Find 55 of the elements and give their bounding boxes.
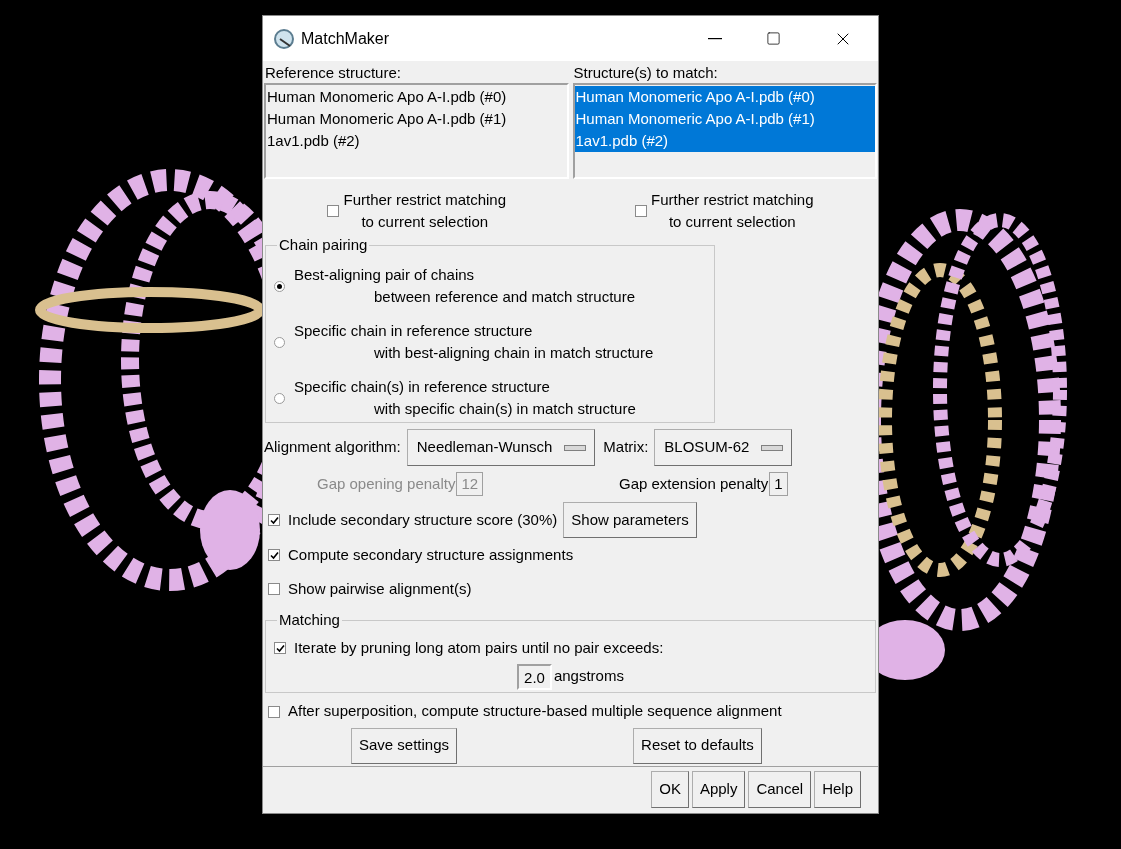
radio-label: between reference and match structure bbox=[373, 287, 635, 307]
window-title: MatchMaker bbox=[301, 28, 390, 49]
checkbox-label: Compute secondary structure assignments bbox=[288, 544, 574, 565]
field-label: Gap extension penalty bbox=[619, 473, 769, 494]
radio-button[interactable] bbox=[274, 336, 285, 348]
input-field[interactable]: 1 bbox=[769, 472, 788, 496]
list-label: Reference structure: bbox=[264, 63, 402, 83]
checkbox[interactable] bbox=[268, 514, 280, 526]
dropdown-menu[interactable]: Needleman-Wunsch bbox=[406, 429, 596, 466]
menu-indicator-icon bbox=[761, 444, 784, 451]
checkbox[interactable] bbox=[634, 205, 647, 217]
list-item[interactable]: Human Monomeric Apo A-I.pdb (#0) bbox=[266, 86, 567, 108]
app-icon bbox=[273, 27, 295, 50]
radio-button[interactable] bbox=[274, 392, 285, 404]
minimize-icon bbox=[708, 37, 722, 40]
dropdown-menu[interactable]: BLOSUM-62 bbox=[654, 429, 793, 466]
input-field[interactable]: 2.0 bbox=[517, 663, 552, 690]
radio-label: with specific chain(s) in match structure bbox=[373, 399, 636, 419]
checkbox-label: Iterate by pruning long atom pairs until no pair exceeds: bbox=[294, 638, 664, 658]
checkbox-label: to current selection bbox=[668, 212, 796, 232]
button[interactable]: Reset to defaults bbox=[633, 727, 762, 764]
list-label: Structure(s) to match: bbox=[572, 63, 719, 83]
radio-button[interactable] bbox=[274, 280, 285, 292]
checkbox-label: to current selection bbox=[361, 212, 489, 232]
list-item[interactable]: Human Monomeric Apo A-I.pdb (#1) bbox=[574, 108, 875, 130]
field-label: Matrix: bbox=[603, 437, 649, 458]
checkbox[interactable] bbox=[268, 549, 280, 561]
checkbox[interactable] bbox=[327, 205, 340, 217]
field-label: Gap opening penalty bbox=[317, 473, 456, 494]
list-item[interactable]: 1av1.pdb (#2) bbox=[266, 130, 567, 152]
checkbox-label: After superposition, compute structure-based multiple sequence alignment bbox=[288, 701, 782, 722]
list-item[interactable]: Human Monomeric Apo A-I.pdb (#0) bbox=[574, 86, 875, 108]
checkbox-label: Further restrict matching bbox=[650, 190, 814, 210]
button[interactable]: Help bbox=[814, 770, 861, 808]
checkbox-label: Show pairwise alignment(s) bbox=[288, 578, 472, 599]
menu-indicator-icon bbox=[564, 444, 587, 451]
button[interactable]: Apply bbox=[691, 770, 746, 808]
radio-label: Specific chain(s) in reference structure bbox=[294, 377, 551, 397]
list-item[interactable]: Human Monomeric Apo A-I.pdb (#1) bbox=[266, 108, 567, 130]
field-label: Alignment algorithm: bbox=[264, 437, 401, 458]
button[interactable]: OK bbox=[651, 770, 689, 808]
radio-label: with best-aligning chain in match structure bbox=[373, 343, 654, 363]
button[interactable]: Show parameters bbox=[563, 502, 697, 538]
radio-label: Specific chain in reference structure bbox=[294, 321, 534, 341]
list-item[interactable]: 1av1.pdb (#2) bbox=[574, 130, 875, 152]
unit-label: angstroms bbox=[553, 666, 624, 687]
checkbox[interactable] bbox=[274, 642, 286, 655]
checkbox-label: Further restrict matching bbox=[343, 190, 506, 210]
checkbox-label: Include secondary structure score (30%) bbox=[288, 509, 558, 530]
button[interactable]: Save settings bbox=[351, 727, 458, 764]
checkbox[interactable] bbox=[268, 583, 280, 595]
radio-label: Best-aligning pair of chains bbox=[294, 265, 476, 285]
checkbox[interactable] bbox=[268, 705, 280, 718]
maximize-icon bbox=[765, 31, 781, 46]
button[interactable]: Cancel bbox=[748, 770, 812, 808]
